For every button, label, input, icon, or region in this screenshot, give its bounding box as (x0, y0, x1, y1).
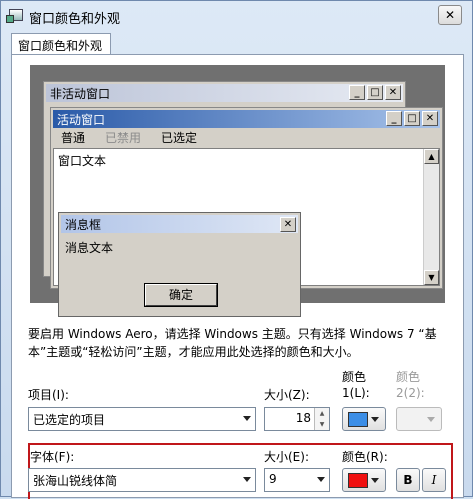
item-size-spinner[interactable]: 18 ▲ ▼ (264, 407, 330, 431)
color2-picker-button[interactable] (396, 407, 442, 431)
active-window-title: 活动窗口 (57, 113, 106, 127)
display-settings-icon (6, 9, 23, 23)
message-box-title-bar[interactable]: 消息框 (61, 215, 298, 233)
message-text: 消息文本 (65, 241, 114, 255)
chevron-down-icon (243, 416, 251, 421)
font-color-picker-button[interactable] (342, 468, 386, 492)
window: 窗口颜色和外观 ✕ 窗口颜色和外观 非活动窗口 _ □ ✕ 活动窗口 _ □ ✕… (0, 0, 473, 499)
message-box-preview[interactable]: 消息框 ✕ 消息文本 确定 (58, 212, 301, 317)
chevron-down-icon (371, 417, 379, 422)
font-label: 字体(F): (30, 450, 75, 464)
minimize-icon: _ (349, 85, 365, 100)
color1-swatch (348, 412, 368, 427)
scroll-up-icon: ▲ (424, 149, 439, 164)
close-icon: ✕ (422, 111, 438, 126)
inactive-window-title: 非活动窗口 (50, 87, 111, 101)
inactive-title-bar[interactable]: 非活动窗口 _ □ ✕ (46, 84, 403, 102)
color1-picker-button[interactable] (342, 407, 386, 431)
font-color-swatch (348, 473, 368, 488)
close-icon: ✕ (280, 217, 296, 232)
maximize-icon: □ (404, 111, 420, 126)
chevron-down-icon (317, 477, 325, 482)
aero-description: 要启用 Windows Aero，请选择 Windows 主题。只有选择 Win… (28, 327, 437, 359)
font-size-value: 9 (269, 472, 277, 486)
menu-item-selected[interactable]: 已选定 (161, 129, 197, 147)
spin-down-icon[interactable]: ▼ (315, 419, 329, 430)
menu-item-normal[interactable]: 普通 (61, 129, 85, 147)
color2-label-top: 颜色 (396, 370, 421, 384)
message-box-title: 消息框 (65, 218, 102, 232)
spin-up-icon[interactable]: ▲ (315, 408, 329, 419)
font-color-label: 颜色(R): (342, 450, 388, 464)
font-select[interactable]: 张海山锐线体简 (28, 468, 256, 492)
preview-area: 非活动窗口 _ □ ✕ 活动窗口 _ □ ✕ 普通 已禁用 已选定 窗口文本 ▲… (30, 65, 445, 317)
close-button[interactable]: ✕ (438, 5, 462, 25)
item-label: 项目(I): (28, 388, 69, 402)
maximize-icon: □ (367, 85, 383, 100)
font-size-select[interactable]: 9 (264, 468, 330, 492)
preview-menu-bar: 普通 已禁用 已选定 (53, 129, 440, 147)
item-size-value: 18 (295, 411, 311, 425)
window-title: 窗口颜色和外观 (29, 12, 121, 27)
item-select-value: 已选定的项目 (33, 413, 106, 427)
font-select-value: 张海山锐线体简 (33, 474, 118, 488)
tab-panel: 非活动窗口 _ □ ✕ 活动窗口 _ □ ✕ 普通 已禁用 已选定 窗口文本 ▲… (11, 54, 464, 499)
vertical-scrollbar[interactable]: ▲ ▼ (423, 149, 439, 285)
item-size-label: 大小(Z): (264, 388, 310, 402)
color1-label-top: 颜色 (342, 370, 367, 384)
chevron-down-icon (427, 417, 435, 422)
font-size-label: 大小(E): (264, 450, 309, 464)
bold-button[interactable]: B (396, 468, 420, 492)
window-text: 窗口文本 (58, 154, 107, 168)
minimize-icon: _ (386, 111, 402, 126)
active-title-bar[interactable]: 活动窗口 _ □ ✕ (53, 110, 440, 128)
tab-window-color-appearance[interactable]: 窗口颜色和外观 (11, 33, 111, 55)
color1-label: 1(L): (342, 386, 370, 400)
close-icon: ✕ (385, 85, 401, 100)
scroll-down-icon: ▼ (424, 270, 439, 285)
menu-item-disabled[interactable]: 已禁用 (105, 129, 141, 147)
title-bar: 窗口颜色和外观 ✕ (1, 1, 472, 31)
chevron-down-icon (243, 477, 251, 482)
color2-label: 2(2): (396, 386, 425, 400)
ok-button-preview[interactable]: 确定 (144, 283, 218, 307)
item-select[interactable]: 已选定的项目 (28, 407, 256, 431)
italic-button[interactable]: I (422, 468, 446, 492)
chevron-down-icon (371, 478, 379, 483)
